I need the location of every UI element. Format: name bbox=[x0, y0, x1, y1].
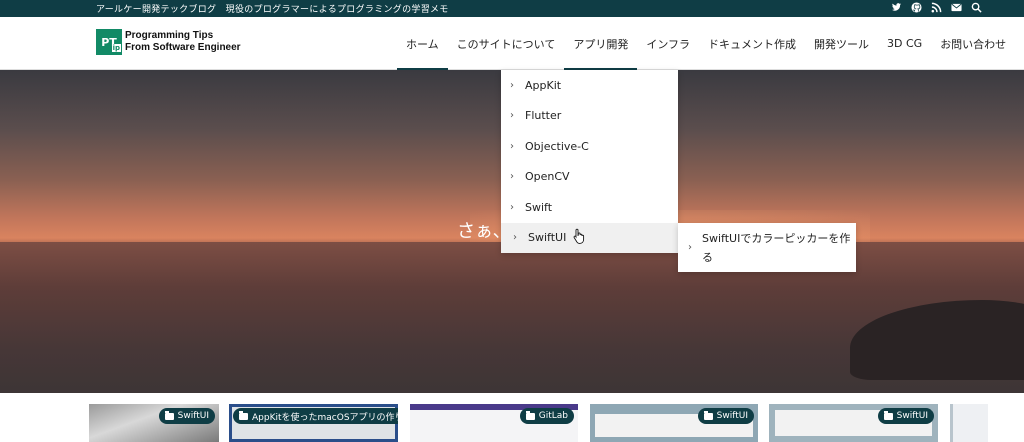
logo-line-2: From Software Engineer bbox=[125, 42, 241, 53]
chevron-right-icon: › bbox=[513, 232, 517, 244]
dropdown-item-label: SwiftUI bbox=[528, 231, 567, 245]
search-icon[interactable] bbox=[971, 2, 982, 13]
dropdown-item-swiftui[interactable]: › SwiftUI bbox=[501, 222, 678, 253]
nav-item-docs[interactable]: ドキュメント作成 bbox=[699, 17, 805, 70]
article-card[interactable] bbox=[950, 404, 988, 442]
app-dev-dropdown: › AppKit › Flutter › Objective-C › OpenC… bbox=[501, 70, 678, 253]
dropdown-item-objective-c[interactable]: › Objective-C bbox=[501, 131, 678, 162]
logo-text: Programming Tips From Software Engineer bbox=[125, 30, 241, 54]
nav-item-dev-tools[interactable]: 開発ツール bbox=[805, 17, 878, 70]
site-tagline: アールケー開発テックブログ 現役のプログラマーによるプログラミングの学習メモ bbox=[96, 5, 449, 15]
chevron-right-icon: › bbox=[688, 242, 692, 253]
folder-icon bbox=[525, 410, 535, 420]
dropdown-item-opencv[interactable]: › OpenCV bbox=[501, 162, 678, 193]
social-icons bbox=[891, 2, 982, 13]
logo-mark-sub: ip bbox=[111, 44, 121, 52]
rss-icon[interactable] bbox=[931, 2, 942, 13]
article-card[interactable]: GitLab bbox=[410, 404, 578, 442]
folder-icon bbox=[164, 410, 174, 420]
dropdown-item-label: Objective-C bbox=[525, 139, 589, 153]
logo-line-1: Programming Tips bbox=[125, 30, 214, 41]
top-bar: アールケー開発テックブログ 現役のプログラマーによるプログラミングの学習メモ bbox=[0, 0, 1024, 17]
dropdown-item-label: Swift bbox=[525, 200, 553, 214]
chevron-right-icon: › bbox=[510, 110, 514, 122]
dropdown-item-flutter[interactable]: › Flutter bbox=[501, 101, 678, 132]
chevron-right-icon: › bbox=[510, 201, 514, 213]
swiftui-submenu[interactable]: › SwiftUIでカラーピッカーを作る bbox=[678, 223, 856, 272]
article-card[interactable]: SwiftUI bbox=[769, 404, 938, 442]
folder-icon bbox=[239, 410, 248, 420]
category-badge[interactable]: AppKitを使ったmacOSアプリの作り方 bbox=[233, 408, 398, 424]
nav-item-3dcg[interactable]: 3D CG bbox=[878, 17, 931, 70]
article-card[interactable]: SwiftUI bbox=[89, 404, 219, 442]
chevron-right-icon: › bbox=[510, 79, 514, 91]
category-badge[interactable]: GitLab bbox=[519, 408, 574, 424]
category-badge-label: SwiftUI bbox=[177, 411, 209, 421]
nav-item-about[interactable]: このサイトについて bbox=[448, 17, 565, 70]
folder-icon bbox=[703, 410, 713, 420]
mail-icon[interactable] bbox=[951, 2, 962, 13]
article-cards: SwiftUI AppKitを使ったmacOSアプリの作り方 GitLab Sw… bbox=[0, 393, 1024, 442]
site-logo[interactable]: PT ip Programming Tips From Software Eng… bbox=[96, 29, 241, 55]
category-badge-label: SwiftUI bbox=[896, 411, 928, 421]
article-card[interactable]: AppKitを使ったmacOSアプリの作り方 bbox=[229, 404, 398, 442]
category-badge-label: GitLab bbox=[538, 411, 568, 421]
folder-icon bbox=[883, 410, 893, 420]
card-thumbnail bbox=[950, 404, 988, 442]
dropdown-item-appkit[interactable]: › AppKit bbox=[501, 70, 678, 101]
twitter-icon[interactable] bbox=[891, 2, 902, 13]
chevron-right-icon: › bbox=[510, 171, 514, 183]
nav-item-infra[interactable]: インフラ bbox=[637, 17, 699, 70]
category-badge-label: SwiftUI bbox=[716, 411, 748, 421]
nav-item-contact[interactable]: お問い合わせ bbox=[931, 17, 1015, 70]
category-badge[interactable]: SwiftUI bbox=[697, 408, 754, 424]
nav-item-app-dev[interactable]: アプリ開発 bbox=[564, 17, 638, 70]
category-badge-label: AppKitを使ったmacOSアプリの作り方 bbox=[252, 412, 398, 423]
chevron-right-icon: › bbox=[510, 140, 514, 152]
nav-item-home[interactable]: ホーム bbox=[397, 17, 448, 70]
hand-pointer-cursor-icon bbox=[573, 228, 585, 244]
github-icon[interactable] bbox=[911, 2, 922, 13]
category-badge[interactable]: SwiftUI bbox=[877, 408, 934, 424]
dropdown-item-swift[interactable]: › Swift bbox=[501, 192, 678, 223]
logo-mark: PT ip bbox=[96, 29, 122, 55]
dropdown-item-label: AppKit bbox=[525, 78, 562, 92]
dropdown-item-label: OpenCV bbox=[525, 170, 570, 184]
category-badge[interactable]: SwiftUI bbox=[158, 408, 215, 424]
dropdown-item-label: Flutter bbox=[525, 109, 562, 123]
submenu-item-label: SwiftUIでカラーピッカーを作る bbox=[702, 231, 851, 264]
main-nav: ホーム このサイトについて アプリ開発 インフラ ドキュメント作成 開発ツール … bbox=[397, 17, 1015, 70]
article-card[interactable]: SwiftUI bbox=[590, 404, 758, 442]
